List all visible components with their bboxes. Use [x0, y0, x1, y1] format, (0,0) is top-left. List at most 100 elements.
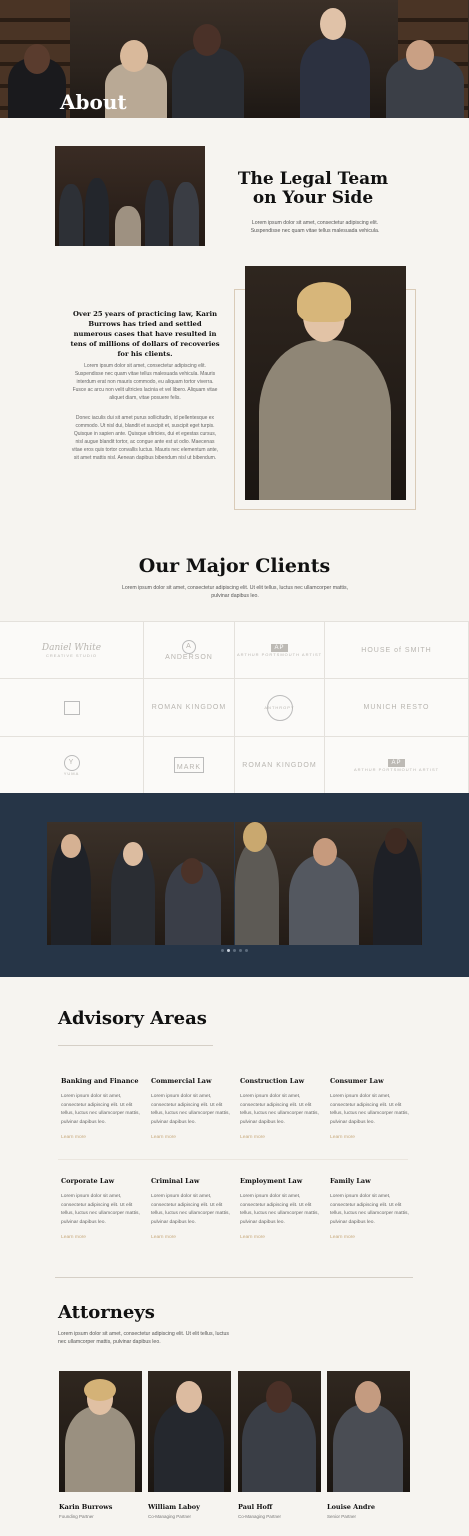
divider: [58, 1045, 213, 1046]
advisory-area: Construction Law Lorem ipsum dolor sit a…: [240, 1077, 322, 1140]
karin-photo: [245, 266, 406, 500]
attorney-figure: [333, 1404, 403, 1492]
hero-person: [300, 38, 370, 118]
advisory-area: Criminal Law Lorem ipsum dolor sit amet,…: [151, 1177, 233, 1240]
team-member: [85, 178, 109, 246]
area-title: Family Law: [330, 1177, 371, 1185]
learn-more-link[interactable]: Learn more: [330, 1235, 412, 1240]
clients-title: Our Major Clients: [138, 555, 331, 577]
cup-icon: [63, 700, 80, 715]
learn-more-link[interactable]: Learn more: [61, 1235, 143, 1240]
hero-person-head: [320, 8, 346, 40]
client-logo[interactable]: Y YUMA: [0, 737, 144, 794]
karin-paragraph: Donec iaculis dui sit amet purus sollici…: [71, 415, 219, 461]
advisory-area: Employment Law Lorem ipsum dolor sit ame…: [240, 1177, 322, 1240]
area-text: Lorem ipsum dolor sit amet, consectetur …: [330, 1094, 409, 1125]
team-member: [173, 182, 199, 246]
attorney-name[interactable]: William Laboy: [148, 1503, 200, 1511]
section-title: The Legal Team on Your Side: [237, 169, 389, 208]
attorney-name[interactable]: Karin Burrows: [59, 1503, 112, 1511]
divider: [58, 1159, 408, 1160]
client-logo[interactable]: A ANDERSON: [144, 622, 235, 679]
attorney-name[interactable]: Paul Hoff: [238, 1503, 272, 1511]
client-logo[interactable]: AP ARTHUR PORTSMOUTH ARTIST: [325, 737, 469, 794]
slide-person: [289, 855, 359, 945]
client-logo[interactable]: ROMAN KINGDOM: [144, 679, 235, 737]
hero-person-head: [193, 24, 221, 56]
team-photo: [55, 146, 205, 246]
slide-person-head: [243, 822, 267, 852]
attorney-photo[interactable]: [238, 1371, 321, 1492]
attorney-role: Co-Managing Partner: [238, 1514, 282, 1519]
slider-dot[interactable]: [221, 949, 224, 952]
attorney-figure: [242, 1400, 316, 1492]
page-title: About: [60, 90, 127, 114]
advisory-area: Banking and Finance Lorem ipsum dolor si…: [61, 1077, 143, 1140]
client-logo[interactable]: MUNICH RESTO: [325, 679, 469, 737]
learn-more-link[interactable]: Learn more: [330, 1135, 412, 1140]
attorney-head: [176, 1381, 202, 1413]
client-logo[interactable]: MARK: [144, 737, 235, 794]
attorney-role: Senior Partner: [327, 1514, 357, 1519]
attorney-head: [266, 1381, 292, 1413]
attorney-hair: [84, 1379, 116, 1401]
slider-dot-active[interactable]: [227, 949, 230, 952]
hero-person-head: [24, 44, 50, 74]
attorney-head: [355, 1381, 381, 1413]
area-title: Banking and Finance: [61, 1077, 139, 1085]
karin-figure: [259, 340, 391, 500]
karin-lead: Over 25 years of practicing law, Karin B…: [70, 310, 220, 358]
slide-person-head: [385, 828, 407, 854]
clients-text: Lorem ipsum dolor sit amet, consectetur …: [121, 585, 349, 599]
advisory-area: Corporate Law Lorem ipsum dolor sit amet…: [61, 1177, 143, 1240]
client-logo[interactable]: Daniel White CREATIVE STUDIO: [0, 622, 144, 679]
attorney-figure: [65, 1406, 135, 1492]
area-title: Consumer Law: [330, 1077, 384, 1085]
slide-person: [235, 841, 279, 945]
area-text: Lorem ipsum dolor sit amet, consectetur …: [151, 1194, 230, 1225]
team-member: [145, 180, 169, 246]
slider-dot[interactable]: [245, 949, 248, 952]
attorney-photo[interactable]: [148, 1371, 231, 1492]
attorney-role: Co-Managing Partner: [148, 1514, 192, 1519]
slide-person-head: [181, 858, 203, 884]
learn-more-link[interactable]: Learn more: [240, 1135, 322, 1140]
area-title: Corporate Law: [61, 1177, 115, 1185]
advisory-area: Consumer Law Lorem ipsum dolor sit amet,…: [330, 1077, 412, 1140]
slide-person-head: [123, 842, 143, 866]
attorney-figure: [154, 1402, 224, 1492]
area-text: Lorem ipsum dolor sit amet, consectetur …: [240, 1094, 319, 1125]
advisory-area: Family Law Lorem ipsum dolor sit amet, c…: [330, 1177, 412, 1240]
attorney-name[interactable]: Louise Andre: [327, 1503, 375, 1511]
area-title: Criminal Law: [151, 1177, 200, 1185]
hero-person-head: [406, 40, 434, 70]
slider-dot[interactable]: [233, 949, 236, 952]
area-title: Commercial Law: [151, 1077, 212, 1085]
slider-dot[interactable]: [239, 949, 242, 952]
area-text: Lorem ipsum dolor sit amet, consectetur …: [330, 1194, 409, 1225]
attorney-photo[interactable]: [327, 1371, 410, 1492]
area-title: Construction Law: [240, 1077, 305, 1085]
client-logo[interactable]: HOUSE of SMITH: [325, 622, 469, 679]
team-member: [59, 184, 83, 246]
divider: [55, 1277, 413, 1278]
attorneys-text: Lorem ipsum dolor sit amet, consectetur …: [58, 1331, 229, 1345]
area-text: Lorem ipsum dolor sit amet, consectetur …: [61, 1094, 140, 1125]
client-logo[interactable]: ROMAN KINGDOM: [235, 737, 325, 794]
client-logo[interactable]: ANTHROPY: [235, 679, 325, 737]
karin-paragraph: Lorem ipsum dolor sit amet, consectetur …: [72, 363, 218, 401]
gallery-slide[interactable]: [235, 822, 422, 945]
intro-text: Lorem ipsum dolor sit amet, consectetur …: [250, 220, 380, 234]
client-logo[interactable]: [0, 679, 144, 737]
area-title: Employment Law: [240, 1177, 303, 1185]
learn-more-link[interactable]: Learn more: [151, 1235, 233, 1240]
attorneys-title: Attorneys: [58, 1302, 155, 1323]
area-text: Lorem ipsum dolor sit amet, consectetur …: [240, 1194, 319, 1225]
learn-more-link[interactable]: Learn more: [151, 1135, 233, 1140]
learn-more-link[interactable]: Learn more: [240, 1235, 322, 1240]
client-logo[interactable]: AP ARTHUR PORTSMOUTH ARTIST: [235, 622, 325, 679]
advisory-area: Commercial Law Lorem ipsum dolor sit ame…: [151, 1077, 233, 1140]
attorney-photo[interactable]: [59, 1371, 142, 1492]
learn-more-link[interactable]: Learn more: [61, 1135, 143, 1140]
gallery-slide[interactable]: [47, 822, 234, 945]
